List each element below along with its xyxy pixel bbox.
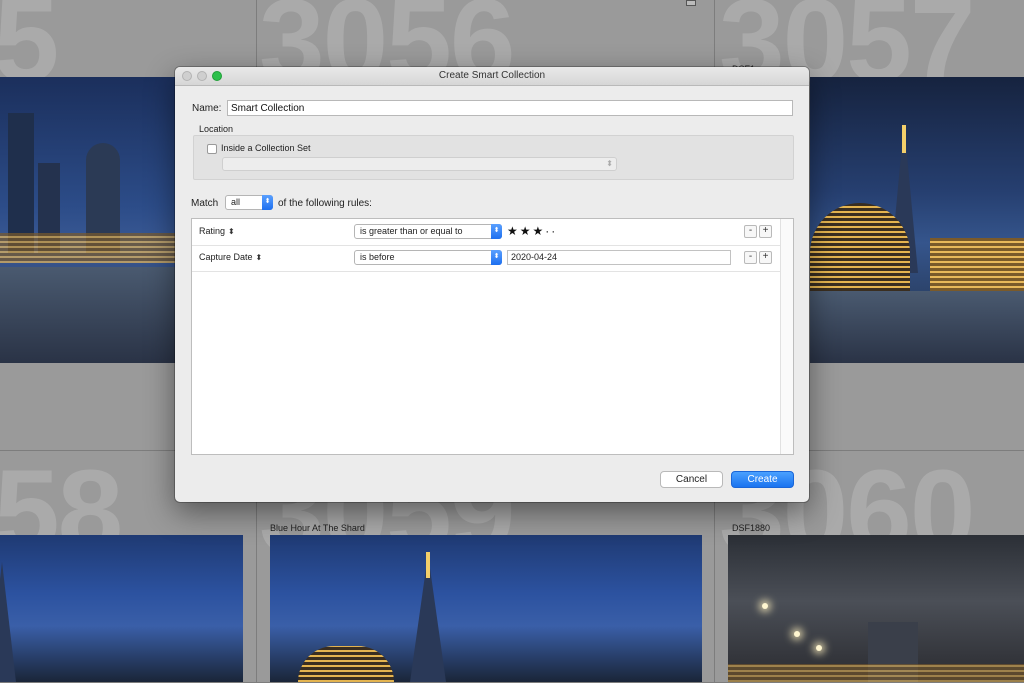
- rule-field-select[interactable]: Capture Date ⬍: [199, 252, 262, 262]
- thumbnail-photo[interactable]: [270, 535, 702, 682]
- location-label: Location: [199, 124, 234, 134]
- thumbnail-photo[interactable]: [0, 77, 175, 363]
- dialog-title: Create Smart Collection: [438, 70, 546, 81]
- rule-row: Rating ⬍ is greater than or equal to ⬍ ★★…: [192, 219, 780, 246]
- rule-field-label: Capture Date: [199, 252, 253, 262]
- thumbnail-caption: DSF1880: [732, 523, 771, 533]
- up-down-arrows-icon: ⬍: [262, 195, 273, 210]
- remove-rule-button[interactable]: -: [744, 225, 757, 238]
- rule-operator-value: is greater than or equal to: [360, 226, 463, 236]
- location-group: Inside a Collection Set ⬍: [193, 135, 794, 180]
- thumbnail-photo[interactable]: [810, 77, 1024, 363]
- rule-operator-value: is before: [360, 252, 395, 262]
- rule-operator-select[interactable]: is greater than or equal to ⬍: [354, 224, 502, 239]
- match-prefix-label: Match: [191, 198, 219, 209]
- add-rule-button[interactable]: +: [759, 251, 772, 264]
- up-down-arrows-icon: ⬍: [606, 159, 613, 168]
- name-label: Name:: [192, 103, 222, 114]
- rating-stars-control[interactable]: ★★★··: [507, 224, 557, 238]
- rule-field-label: Rating: [199, 226, 226, 236]
- rule-operator-select[interactable]: is before ⬍: [354, 250, 502, 265]
- rule-field-select[interactable]: Rating ⬍: [199, 226, 235, 236]
- create-smart-collection-dialog: Create Smart Collection Name: Smart Coll…: [175, 67, 809, 502]
- up-down-arrows-icon: ⬍: [255, 253, 263, 262]
- match-mode-value: all: [231, 197, 241, 207]
- rule-row: Capture Date ⬍ is before ⬍ 2020-04-24 - +: [192, 245, 780, 272]
- inside-collection-set-label: Inside a Collection Set: [221, 143, 311, 153]
- up-down-arrows-icon: ⬍: [491, 250, 502, 265]
- up-down-arrows-icon: ⬍: [491, 224, 502, 239]
- up-down-arrows-icon: ⬍: [228, 227, 235, 236]
- remove-rule-button[interactable]: -: [744, 251, 757, 264]
- thumbnail-photo[interactable]: [728, 535, 1024, 682]
- match-suffix-label: of the following rules:: [278, 198, 372, 209]
- inside-collection-set-checkbox[interactable]: [207, 144, 217, 154]
- add-rule-button[interactable]: +: [759, 225, 772, 238]
- create-button[interactable]: Create: [731, 471, 794, 488]
- thumbnail-photo[interactable]: [0, 535, 243, 682]
- flag-icon[interactable]: [686, 0, 696, 6]
- match-mode-select[interactable]: all ⬍: [225, 195, 273, 210]
- collection-name-input[interactable]: Smart Collection: [227, 100, 793, 116]
- rules-scrollbar[interactable]: [780, 219, 793, 454]
- capture-date-input[interactable]: 2020-04-24: [507, 250, 731, 265]
- rules-list: Rating ⬍ is greater than or equal to ⬍ ★★…: [191, 218, 794, 455]
- thumbnail-caption: Blue Hour At The Shard: [270, 523, 365, 533]
- cancel-button[interactable]: Cancel: [660, 471, 723, 488]
- dialog-titlebar[interactable]: Create Smart Collection: [175, 67, 809, 86]
- collection-set-popup[interactable]: ⬍: [222, 157, 617, 171]
